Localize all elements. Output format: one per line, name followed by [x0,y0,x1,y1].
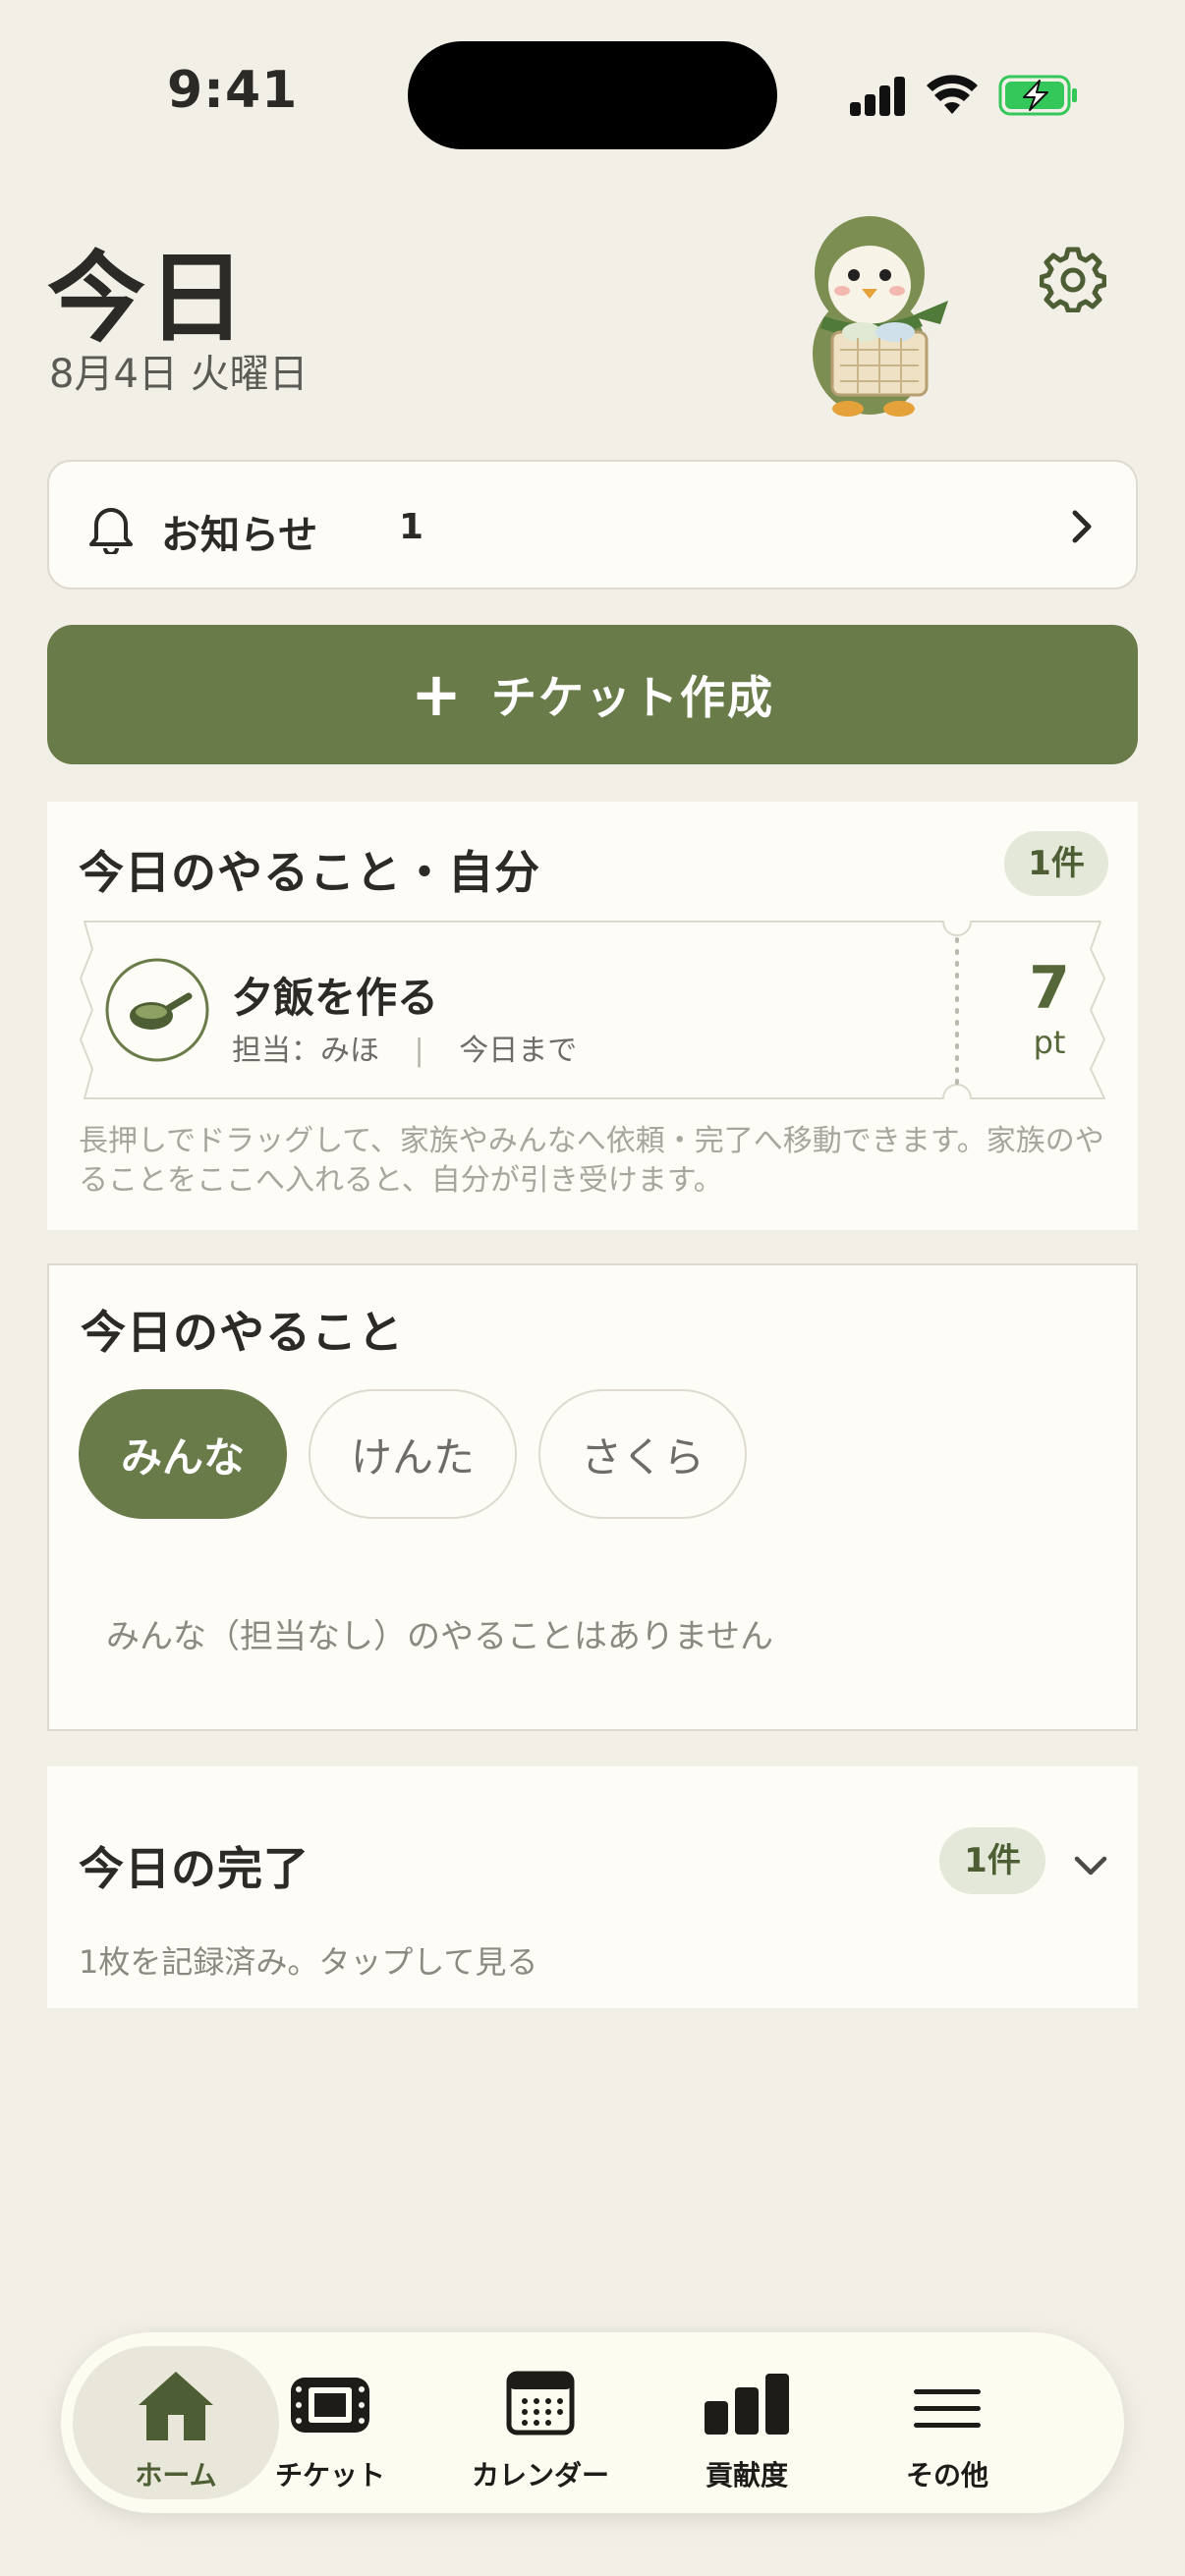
chevron-right-icon [1072,510,1092,543]
completed-title: 今日の完了 [79,1842,310,1895]
calendar-icon [506,2371,575,2436]
tab-ticket[interactable]: チケット [242,2346,419,2499]
task-name: 夕飯を作る [232,974,439,1022]
ticket-icon [291,2378,369,2433]
task-assignee: 担当：みほ [232,1034,379,1068]
today-tasks-section: 今日のやること みんな けんた さくら みんな（担当なし）のやることはありません [47,1263,1138,1731]
battery-charging-icon [998,75,1077,116]
notification-label: お知らせ [161,513,318,558]
bell-icon [89,508,133,554]
filter-kenta[interactable]: けんた [309,1389,517,1519]
meta-separator: | [414,1034,424,1068]
task-points: 7 pt [1010,959,1089,1061]
create-ticket-label: チケット作成 [490,671,774,724]
plus-icon: + [411,658,462,730]
task-meta: 担当：みほ | 今日まで [232,1026,577,1069]
menu-icon [914,2389,981,2428]
penguin-mascot-icon [813,216,948,417]
tab-calendar-label: カレンダー [471,2459,609,2492]
bottom-tab-bar: ホーム チケット カレンダー 貢献度 その他 [61,2332,1124,2513]
chevron-down-icon[interactable] [1071,1851,1110,1880]
today-tasks-title: 今日のやること [81,1306,404,1359]
cellular-signal-icon [850,77,907,116]
page-title: 今日 [47,241,248,356]
gear-icon[interactable] [1040,246,1106,312]
status-time: 9:41 [167,61,299,120]
wifi-icon [927,75,978,114]
task-ticket[interactable]: 夕飯を作る 担当：みほ | 今日まで 7 pt [79,920,1106,1100]
completed-count-badge: 1件 [939,1827,1045,1894]
task-points-unit: pt [1033,1024,1066,1061]
tab-contribution-label: 貢献度 [705,2459,788,2492]
tab-more[interactable]: その他 [859,2346,1036,2499]
my-tasks-section: 今日のやること・自分 1件 夕飯を作る 担当：みほ | 今日まで 7 pt 長押… [47,802,1138,1230]
dynamic-island [408,41,777,149]
tab-more-label: その他 [905,2459,988,2492]
drag-hint-text: 長押しでドラッグして、家族やみんなへ依頼・完了へ移動できます。家族のやることをこ… [79,1124,1104,1198]
tab-calendar[interactable]: カレンダー [442,2346,639,2499]
my-tasks-count-badge: 1件 [1004,831,1108,896]
home-icon [139,2372,213,2440]
my-tasks-title: 今日のやること・自分 [79,846,540,899]
completed-subtitle: 1枚を記録済み。タップして見る [79,1943,538,1981]
notification-count: 1 [399,507,424,547]
notification-bar[interactable]: お知らせ 1 [47,460,1138,589]
tab-contribution[interactable]: 貢献度 [658,2346,835,2499]
empty-state-message: みんな（担当なし）のやることはありません [106,1617,773,1656]
bar-chart-icon [705,2374,789,2435]
filter-sakura[interactable]: さくら [538,1389,747,1519]
filter-everyone[interactable]: みんな [79,1389,287,1519]
completed-section[interactable]: 今日の完了 1件 1枚を記録済み。タップして見る [47,1766,1138,2008]
create-ticket-button[interactable]: + チケット作成 [47,625,1138,764]
frying-pan-icon [105,958,209,1062]
page-date: 8月4日 火曜日 [49,352,309,397]
task-points-value: 7 [1029,954,1070,1023]
tab-ticket-label: チケット [274,2459,385,2492]
task-due: 今日まで [459,1034,578,1068]
